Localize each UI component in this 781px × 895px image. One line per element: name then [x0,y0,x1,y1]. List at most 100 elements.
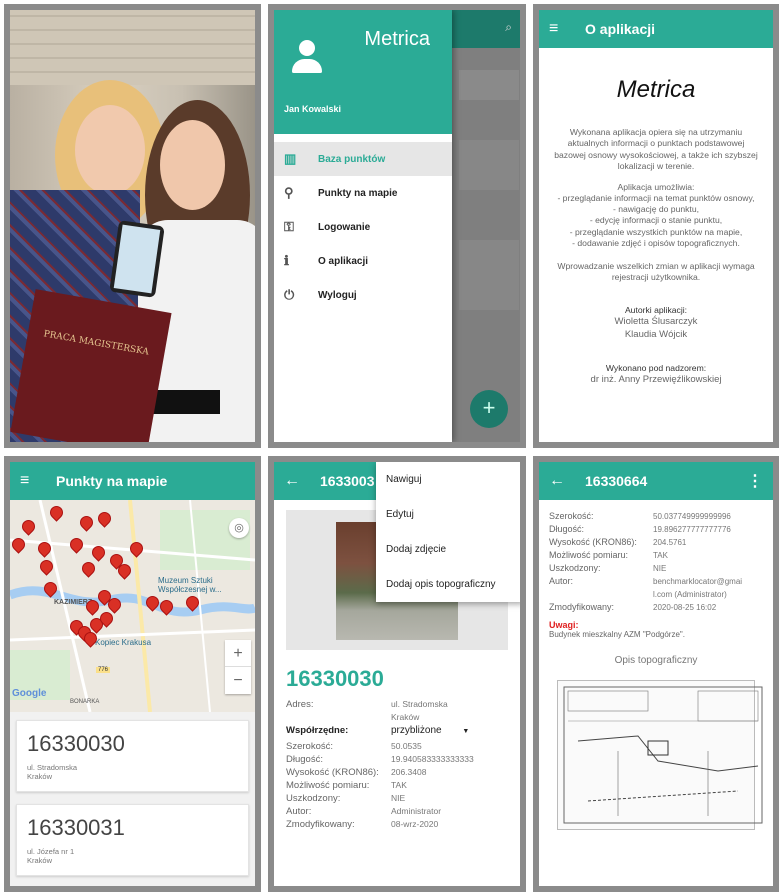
menu-icon[interactable]: ≡ [549,20,571,38]
row-label: Uszkodzony: [286,793,341,804]
point-id: 16330030 [27,731,125,756]
menu-add-photo[interactable]: Dodaj zdjęcie [376,532,520,567]
topo-drawing [563,686,763,824]
row-label: Wysokość (KRON86): [286,767,379,778]
row-value: NIE [653,564,667,573]
menu-edit[interactable]: Edytuj [376,497,520,532]
detail2-screen: ← 16330664 ⋮ Szerokość: 50.03774999999999… [539,462,773,886]
point-id-heading: 16330030 [286,666,384,691]
detail2-panel: ← 16330664 ⋮ Szerokość: 50.03774999999999… [533,456,779,892]
detail-row: Szerokość: 50.037749999999996 [549,510,763,523]
row-label: Zmodyfikowany: [549,602,615,612]
map-screen: ≡ Punkty na mapie KAZIMIERZ Muzeum Sztuk… [10,462,255,886]
about-appbar: ≡ O aplikacji [539,10,773,48]
google-logo: Google [12,688,47,699]
row-label: Wysokość (KRON86): [549,537,637,547]
point-id: 16330031 [27,815,125,840]
fab-add-button[interactable]: + [470,390,508,428]
map-label-mound: Kopiec Krakusa [95,638,152,647]
face-left [75,105,145,195]
coords-select[interactable]: przybliżone ▼ [391,724,508,738]
detail-row: Wysokość (KRON86): 204.5761 [549,536,763,549]
row-value: TAK [391,780,407,790]
row-value: 19.940583333333333 [391,754,474,764]
detail-row: Możliwość pomiaru: TAK [286,779,508,792]
map-view[interactable]: KAZIMIERZ Muzeum Sztuki Współczesnej w..… [10,500,255,712]
book-title: PRACA MAGISTERSKA [42,329,150,358]
address-row: Adres: ul. Stradomska Kraków [286,698,508,722]
map-label-museum: Muzeum Sztuki Współczesnej w... [158,576,222,594]
address-value: ul. Stradomska Kraków [391,699,448,722]
key-icon: ⚿ [284,219,294,234]
menu-item-points-db[interactable]: ▥ Baza punktów [274,142,452,176]
detail-row: Autor: Administrator [286,805,508,818]
face-right [160,120,225,210]
power-icon: ⏻ [284,287,295,302]
row-value: TAK [653,551,668,560]
point-card[interactable]: 16330030 ul. Stradomska Kraków [16,720,249,792]
detail-row: Długość: 19.940583333333333 [286,753,508,766]
row-value: 2020-08-25 16:02 [653,603,717,612]
menu-item-login[interactable]: ⚿ Logowanie [274,210,452,244]
row-label: Długość: [286,754,323,765]
drawer-menu: ▥ Baza punktów ⚲ Punkty na mapie ⚿ Logowani… [274,134,452,312]
detail-row: Długość: 19.896277777777776 [549,523,763,536]
menu-icon[interactable]: ≡ [20,472,42,490]
row-label: Szerokość: [549,511,594,521]
row-label: Autor: [549,576,574,586]
grid-icon: ▥ [284,151,297,166]
drawer-header: Metrica Jan Kowalski [274,10,452,134]
about-list-item: - nawigację do punktu, [613,204,699,215]
menu-item-map[interactable]: ⚲ Punkty na mapie [274,176,452,210]
about-screen: ≡ O aplikacji Metrica Wykonana aplikacja… [539,10,773,442]
about-list-item: - przeglądanie informacji na temat punkt… [557,193,755,204]
row-value: 19.896277777777776 [653,525,731,534]
detail-title: 1633003 [320,473,375,489]
address-label: Adres: [286,699,314,710]
zoom-out-button[interactable]: − [225,667,251,694]
map-label-bonarka: BONARKA [70,699,100,705]
dimmed-row [459,240,519,310]
back-arrow-icon[interactable]: ← [284,472,306,490]
detail-row: Wysokość (KRON86): 206.3408 [286,766,508,779]
menu-navigate[interactable]: Nawiguj [376,462,520,497]
point-street: ul. Józefa nr 1 [27,847,75,856]
menu-label: Wyloguj [318,289,357,301]
row-value: 206.3408 [391,767,427,777]
detail-row: Zmodyfikowany: 08-wrz-2020 [286,818,508,831]
drawer-screen: ⌕ + Metrica Jan Kowalski ▥ Baza punktów ⚲… [274,10,520,442]
thesis-book: PRACA MAGISTERSKA [10,289,172,442]
back-arrow-icon[interactable]: ← [549,472,571,490]
user-avatar-icon [292,40,322,74]
dropdown-arrow-icon: ▼ [462,728,470,735]
info-icon: ℹ [284,253,289,268]
nav-drawer: Metrica Jan Kowalski ▥ Baza punktów ⚲ Punk… [274,10,452,442]
row-value: benchmarklocator@gmail.com (Administrato… [653,577,743,599]
detail-rows: Szerokość: 50.0535 Długość: 19.940583333333… [286,740,508,831]
about-para1: Wykonana aplikacja opiera się na utrzyma… [554,127,758,171]
menu-item-about[interactable]: ℹ O aplikacji [274,244,452,278]
overflow-menu-icon[interactable]: ⋮ [747,471,763,491]
detail2-appbar: ← 16330664 ⋮ [539,462,773,500]
row-label: Szerokość: [286,741,333,752]
menu-label: Logowanie [318,221,371,233]
detail-panel: ← 1633003 16330030 Adres: ul. Stradomska… [268,456,526,892]
map-title: Punkty na mapie [56,473,168,489]
my-location-icon[interactable]: ◎ [229,518,249,538]
zoom-controls: + − [225,640,251,694]
zoom-in-button[interactable]: + [225,640,251,667]
remarks-label: Uwagi: [549,620,579,630]
search-icon[interactable]: ⌕ [505,20,512,35]
row-value: 50.0535 [391,741,422,751]
menu-label: Punkty na mapie [318,187,398,199]
authors-label: Autorki aplikacji: [624,305,688,316]
about-list-item: - edycję informacji o stanie punktu, [589,215,723,226]
coords-row: Współrzędne: przybliżone ▼ [286,724,508,738]
map-background [10,500,255,712]
menu-add-topo[interactable]: Dodaj opis topograficzny [376,567,520,602]
menu-item-logout[interactable]: ⏻ Wyloguj [274,278,452,312]
point-card[interactable]: 16330031 ul. Józefa nr 1 Kraków [16,804,249,876]
row-value: Administrator [391,806,442,816]
detail-row: Możliwość pomiaru: TAK [549,549,763,562]
menu-label: Baza punktów [318,153,386,165]
